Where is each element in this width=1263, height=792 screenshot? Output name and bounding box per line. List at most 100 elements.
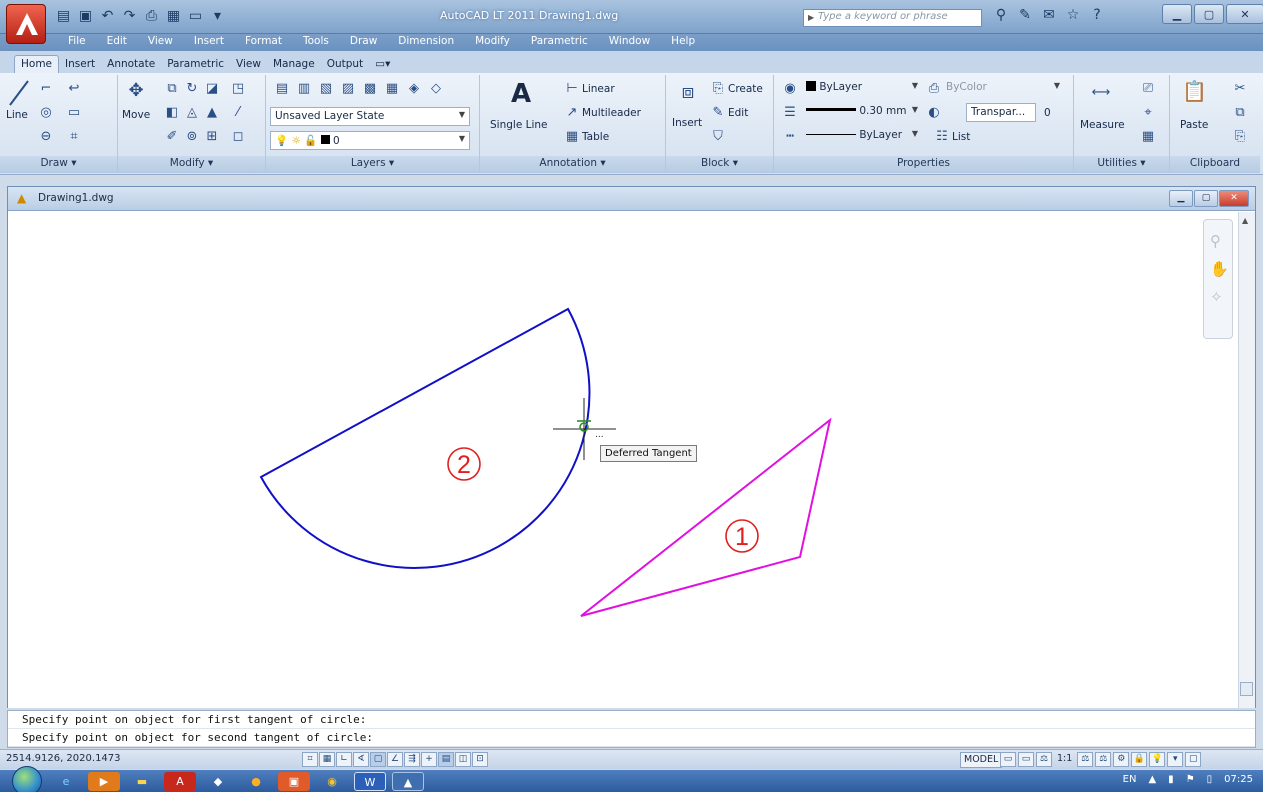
isolate-objects-icon[interactable]: 💡 <box>1149 752 1166 767</box>
chrome-icon[interactable]: ◉ <box>316 772 348 791</box>
linetype-dropdown[interactable]: ByLayer ▼ <box>802 127 922 146</box>
transparency-field[interactable]: Transpar... <box>966 103 1036 122</box>
tab-insert[interactable]: Insert <box>59 56 101 73</box>
power-icon[interactable]: ▯ <box>1207 774 1213 785</box>
line-icon[interactable] <box>8 79 30 107</box>
offset-icon[interactable]: ⊚ <box>184 129 200 145</box>
plot-style-icon[interactable]: ⎙ <box>926 81 942 97</box>
word-icon[interactable]: W <box>354 772 386 791</box>
trim-icon[interactable]: ◪ <box>204 81 220 97</box>
modify-panel-title[interactable]: Modify ▾ <box>118 156 265 173</box>
zoom-icon[interactable]: ⚲ <box>1210 232 1221 250</box>
copy-clip-icon[interactable]: ⧉ <box>1232 105 1248 121</box>
toolbar-lock-icon[interactable]: 🔒 <box>1131 752 1148 767</box>
autocad-taskbar-icon[interactable]: ▲ <box>392 772 424 791</box>
break-icon[interactable]: ⁄ <box>230 105 246 121</box>
array-icon[interactable]: ⊞ <box>204 129 220 145</box>
minimize-button[interactable]: ▁ <box>1162 4 1192 24</box>
workspace-icon[interactable]: ▭ <box>186 6 205 25</box>
layer-off-icon[interactable]: ◈ <box>406 81 422 97</box>
text-icon[interactable]: A <box>508 79 534 109</box>
model-space-toggle[interactable]: MODEL <box>960 752 1003 768</box>
object-snap-icon[interactable]: ▢ <box>370 752 386 767</box>
media-player-icon[interactable]: ▶ <box>88 772 120 791</box>
language-indicator[interactable]: EN <box>1123 774 1137 785</box>
quick-properties-icon[interactable]: ⊡ <box>472 752 488 767</box>
annotation-scale-value[interactable]: 1:1 <box>1054 752 1075 767</box>
drawing-minimize-button[interactable]: ▁ <box>1169 190 1193 207</box>
edit-polyline-icon[interactable]: ◻ <box>230 129 246 145</box>
undo-icon[interactable]: ↶ <box>98 6 117 25</box>
scroll-up-icon[interactable]: ▲ <box>1242 216 1248 225</box>
flag-icon[interactable]: ⚑ <box>1186 774 1195 785</box>
quick-select-icon[interactable]: ⎚ <box>1140 81 1156 97</box>
pan-icon[interactable]: ✋ <box>1210 260 1229 278</box>
rectangle-icon[interactable]: ▭ <box>66 105 82 121</box>
layer-previous-icon[interactable]: ▧ <box>318 81 334 97</box>
multileader-button[interactable]: Multileader <box>582 107 641 119</box>
block-panel-title[interactable]: Block ▾ <box>666 156 773 173</box>
hatch-icon[interactable]: ⌗ <box>66 129 82 145</box>
menu-insert[interactable]: Insert <box>184 34 235 51</box>
subscription-icon[interactable]: ✎ <box>1016 7 1034 27</box>
coordinates-readout[interactable]: 2514.9126, 2020.1473 <box>6 753 121 764</box>
layout2-icon[interactable]: ▭ <box>1018 752 1034 767</box>
menu-draw[interactable]: Draw <box>340 34 388 51</box>
drawing-restore-button[interactable]: ▢ <box>1194 190 1218 207</box>
save-icon[interactable]: ▦ <box>164 6 183 25</box>
stretch-icon[interactable]: ◧ <box>164 105 180 121</box>
layer-state-dropdown[interactable]: Unsaved Layer State ▼ <box>270 107 470 126</box>
orbit-icon[interactable]: ✧ <box>1210 288 1223 306</box>
binoculars-icon[interactable]: ⚲ <box>992 7 1010 27</box>
fillet-icon[interactable]: ◳ <box>230 81 246 97</box>
layer-properties-icon[interactable]: ▤ <box>274 81 290 97</box>
status-menu-icon[interactable]: ▾ <box>1167 752 1184 767</box>
layout1-icon[interactable]: ▭ <box>1000 752 1016 767</box>
paste-icon[interactable]: 📋 <box>1182 81 1207 107</box>
close-button[interactable]: ✕ <box>1226 4 1263 24</box>
menu-format[interactable]: Format <box>235 34 293 51</box>
erase-icon[interactable]: ✐ <box>164 129 180 145</box>
edit-block-button[interactable]: Edit <box>728 107 748 119</box>
drawing-close-button[interactable]: ✕ <box>1219 190 1249 207</box>
attribute-icon[interactable]: ⛉ <box>710 129 726 145</box>
tab-annotate[interactable]: Annotate <box>101 56 161 73</box>
clean-screen-icon[interactable]: ▢ <box>1185 752 1202 767</box>
grid-display-icon[interactable]: ▦ <box>319 752 335 767</box>
ribbon-minimize-icon[interactable]: ▭▾ <box>369 56 396 73</box>
dynamic-input-icon[interactable]: + <box>421 752 437 767</box>
circle-icon[interactable]: ◎ <box>38 105 54 121</box>
paste-button[interactable]: Paste <box>1180 119 1208 131</box>
insert-block-button[interactable]: Insert <box>672 117 702 129</box>
edit-block-icon[interactable]: ✎ <box>710 105 726 121</box>
linear-dimension-icon[interactable]: ⊢ <box>564 81 580 97</box>
copy-icon[interactable]: ⧉ <box>164 81 180 97</box>
office-icon[interactable]: ▣ <box>278 772 310 791</box>
menu-help[interactable]: Help <box>661 34 706 51</box>
menu-window[interactable]: Window <box>599 34 661 51</box>
tab-view[interactable]: View <box>230 56 267 73</box>
current-layer-dropdown[interactable]: 💡 ☼ 🔓 0 ▼ <box>270 131 470 150</box>
rotate-icon[interactable]: ↻ <box>184 81 200 97</box>
browser-icon[interactable]: e <box>50 772 82 791</box>
explorer-icon[interactable]: ▬ <box>126 772 158 791</box>
move-button-label[interactable]: Move <box>122 109 150 121</box>
scroll-thumb[interactable] <box>1240 682 1253 696</box>
tray-expand-icon[interactable]: ▲ <box>1148 774 1156 785</box>
layer-isolate-icon[interactable]: ▨ <box>340 81 356 97</box>
tab-manage[interactable]: Manage <box>267 56 321 73</box>
annotation-visibility-icon[interactable]: ⚖ <box>1077 752 1094 767</box>
color-dropdown[interactable]: ByLayer ▼ <box>802 79 922 98</box>
communication-icon[interactable]: ✉ <box>1040 7 1058 27</box>
layer-match-icon[interactable]: ▥ <box>296 81 312 97</box>
pdf-reader-icon[interactable]: A <box>164 772 196 791</box>
application-menu-button[interactable] <box>6 4 46 44</box>
list-button[interactable]: List <box>952 131 970 143</box>
menu-modify[interactable]: Modify <box>465 34 521 51</box>
clipboard-panel-title[interactable]: Clipboard <box>1170 156 1260 173</box>
menu-edit[interactable]: Edit <box>97 34 138 51</box>
player-icon[interactable]: ● <box>240 772 272 791</box>
move-icon[interactable]: ✥ <box>128 82 144 100</box>
insert-block-icon[interactable]: ⧈ <box>676 81 700 107</box>
utilities-panel-title[interactable]: Utilities ▾ <box>1074 156 1169 173</box>
